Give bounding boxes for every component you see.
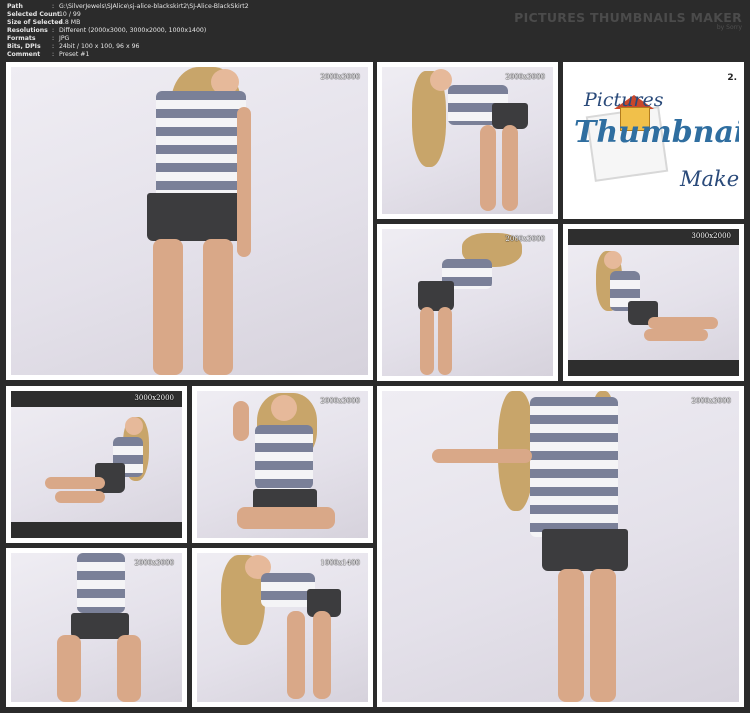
- model-figure: [412, 67, 532, 214]
- info-value: G:\SilverJewels\SJAlice\sj-alice-blacksk…: [59, 3, 249, 10]
- info-row-selected-count: Selected Count: 10 / 99: [7, 11, 81, 19]
- thumbnail-8[interactable]: 2000x3000: [6, 548, 187, 707]
- thumbnail-image: 2000x3000: [197, 391, 368, 538]
- resolution-label: 3000x2000: [691, 232, 731, 240]
- info-key: Path: [7, 3, 23, 10]
- info-key: Formats: [7, 35, 36, 42]
- info-row-size: Size of Selected: 4.8 MB: [7, 19, 80, 27]
- info-value: 24bit / 100 x 100, 96 x 96: [59, 43, 140, 50]
- thumbnail-2[interactable]: 2000x3000: [377, 62, 558, 219]
- thumbnail-3[interactable]: 2000x3000: [377, 224, 558, 381]
- info-row-resolutions: Resolutions: Different (2000x3000, 3000x2…: [7, 27, 206, 35]
- thumbnail-image: 2000x3000: [11, 67, 368, 375]
- model-figure: [233, 391, 343, 538]
- logo-text-maker: Maker: [680, 167, 739, 191]
- model-figure: [39, 407, 159, 522]
- resolution-label: 2000x3000: [320, 73, 360, 81]
- resolution-label: 2000x3000: [320, 397, 360, 405]
- info-header: Path: G:\SilverJewels\SJAlice\sj-alice-bl…: [0, 0, 750, 60]
- thumbnail-1[interactable]: 2000x3000: [6, 62, 373, 380]
- thumbnail-image: 2000x3000: [382, 67, 553, 214]
- info-value: 4.8 MB: [59, 19, 81, 26]
- model-figure: [412, 229, 532, 376]
- info-separator: :: [52, 51, 55, 58]
- thumbnail-image: 2000x3000: [382, 391, 739, 702]
- info-separator: :: [52, 43, 55, 50]
- thumbnail-9[interactable]: 1000x1400: [192, 548, 373, 707]
- logo-image: Pictures Thumbnails Maker 2.: [568, 67, 739, 214]
- brand-subtitle: by Sorry: [716, 24, 742, 31]
- thumbnail-image: 2000x3000: [11, 553, 182, 702]
- info-key: Size of Selected: [7, 19, 63, 26]
- model-figure: [141, 67, 261, 375]
- info-separator: :: [52, 19, 55, 26]
- info-key: Comment: [7, 51, 41, 58]
- thumbnail-image: 1000x1400: [197, 553, 368, 702]
- letterbox-bar: [11, 522, 182, 538]
- info-value: Different (2000x3000, 3000x2000, 1000x14…: [59, 27, 207, 34]
- info-separator: :: [52, 27, 55, 34]
- info-value: 10 / 99: [59, 11, 81, 18]
- thumbnail-7[interactable]: 2000x3000: [377, 386, 744, 707]
- letterbox-bar: [568, 360, 739, 376]
- thumbnail-image: 3000x2000: [568, 229, 739, 376]
- thumbnail-5[interactable]: 3000x2000: [6, 386, 187, 543]
- resolution-label: 1000x1400: [320, 559, 360, 567]
- thumbnail-4[interactable]: 3000x2000: [563, 224, 744, 381]
- model-figure: [221, 553, 351, 702]
- thumbnail-image: 3000x2000: [11, 391, 182, 538]
- resolution-label: 3000x2000: [134, 394, 174, 402]
- thumbnail-6[interactable]: 2000x3000: [192, 386, 373, 543]
- thumbnail-image: 2000x3000: [382, 229, 553, 376]
- resolution-label: 2000x3000: [505, 73, 545, 81]
- info-value: JPG: [59, 35, 70, 42]
- info-row-bits-dpis: Bits, DPIs:24bit / 100 x 100, 96 x 96: [7, 43, 139, 51]
- logo-text-thumbnails: Thumbnails: [574, 115, 739, 150]
- brand-title: PICTURES THUMBNAILS MAKER: [514, 10, 742, 25]
- info-separator: :: [52, 11, 55, 18]
- info-row-formats: Formats: JPG: [7, 35, 69, 43]
- resolution-label: 2000x3000: [134, 559, 174, 567]
- info-value: Preset #1: [59, 51, 90, 58]
- model-figure: [432, 391, 642, 702]
- resolution-label: 2000x3000: [691, 397, 731, 405]
- info-key: Resolutions: [7, 27, 48, 34]
- logo-text-pictures: Pictures: [584, 89, 664, 111]
- info-separator: :: [52, 35, 55, 42]
- info-separator: :: [52, 3, 55, 10]
- info-row-path: Path: G:\SilverJewels\SJAlice\sj-alice-bl…: [7, 3, 249, 11]
- info-key: Bits, DPIs: [7, 43, 41, 50]
- info-row-comment: Comment: Preset #1: [7, 51, 89, 59]
- model-figure: [51, 553, 151, 702]
- info-key: Selected Count: [7, 11, 60, 18]
- logo-tile[interactable]: Pictures Thumbnails Maker 2.: [563, 62, 744, 219]
- resolution-label: 2000x3000: [505, 235, 545, 243]
- logo-corner-label: 2.: [727, 73, 737, 83]
- model-figure: [588, 245, 728, 360]
